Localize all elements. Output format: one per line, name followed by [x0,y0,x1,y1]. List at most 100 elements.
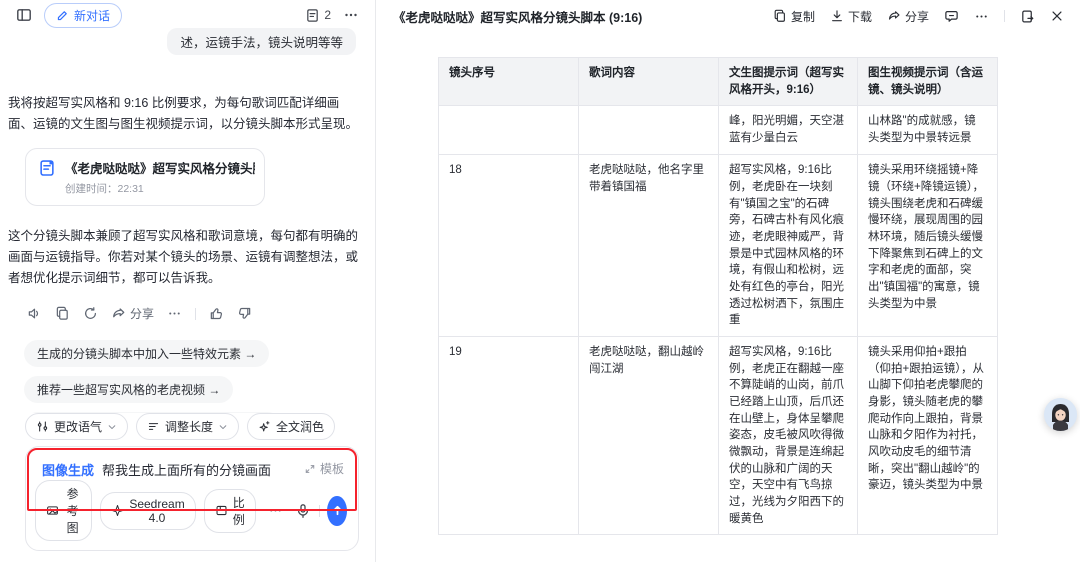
share-message-button[interactable]: 分享 [111,305,154,322]
cell-video-prompt: 镜头采用环绕摇镜+降镜（环绕+降镜运镜），镜头围绕老虎和石碑缓慢环绕，展现周围的… [858,155,998,337]
document-panel: 《老虎哒哒哒》超写实风格分镜头脚本 (9:16) 复制 下载 分享 [376,0,1080,562]
ellipsis-icon [268,503,283,518]
cell-shot-number [439,106,579,155]
doc-more-button[interactable] [974,9,989,24]
composer[interactable]: 图像生成 帮我生成上面所有的分镜画面 模板 参考图 Seedream 4.0 [25,446,359,551]
comment-button[interactable] [944,9,959,24]
composer-divider [319,505,320,517]
toolbar-divider [1004,10,1005,22]
table-row: 18 老虎哒哒哒，他名字里带着镇国福 超写实风格，9:16比例，老虎卧在一块刻有… [439,155,998,337]
cell-video-prompt: 山林路"的成就感，镜头类型为中景转远景 [858,106,998,155]
tune-sliders-icon [36,420,49,433]
sidebar-toggle-button[interactable] [14,5,34,25]
chevron-down-icon [218,422,228,432]
ellipsis-icon [167,306,182,321]
close-icon [1050,9,1064,23]
copy-doc-button[interactable]: 复制 [773,8,815,25]
copy-doc-label: 复制 [791,8,815,25]
download-doc-label: 下载 [848,8,872,25]
suggestion-chip-effects[interactable]: 生成的分镜头脚本中加入一些特效元素 → [24,340,269,367]
sidebar-icon [16,7,32,23]
microphone-button[interactable] [295,503,311,519]
document-title: 《老虎哒哒哒》超写实风格分镜头脚本 (9:16) [393,7,642,26]
document-card[interactable]: 《老虎哒哒哒》超写实风格分镜头脚本（... 创建时间：22:31 [25,148,265,206]
document-toolbar: 复制 下载 分享 [773,8,1064,25]
cell-image-prompt: 峰，阳光明媚，天空湛蓝有少量白云 [719,106,858,155]
cell-shot-number: 19 [439,337,579,535]
edit-pencil-icon [56,9,69,22]
image-icon [46,504,59,517]
regenerate-button[interactable] [83,306,98,321]
arrow-up-icon [330,503,345,518]
assistant-avatar-button[interactable] [1044,398,1077,431]
download-icon [830,9,844,23]
read-aloud-button[interactable] [27,306,42,321]
document-icon [305,8,320,23]
new-chat-button[interactable]: 新对话 [44,3,122,28]
ellipsis-icon [974,9,989,24]
prompt-input-text[interactable]: 帮我生成上面所有的分镜画面 [102,460,271,479]
avatar-girl-icon [1044,398,1077,431]
cell-image-prompt: 超写实风格，9:16比例，老虎正在翻越一座不算陡峭的山岗，前爪已经踏上山顶，后爪… [719,337,858,535]
change-tone-button[interactable]: 更改语气 [25,413,128,440]
polish-text-label: 全文润色 [276,418,324,435]
chat-header: 新对话 2 [0,0,375,28]
chat-messages: 述，运镜手法，镜头说明等等 我将按超写实风格和 9:16 比例要求，为每句歌词匹… [0,28,375,413]
cell-shot-number: 18 [439,155,579,337]
col-header-lyrics: 歌词内容 [579,58,719,106]
copy-icon [773,9,787,23]
table-row: 19 老虎哒哒哒，翻山越岭闯江湖 超写实风格，9:16比例，老虎正在翻越一座不算… [439,337,998,535]
col-header-video-prompt: 图生视频提示词（含运镜、镜头说明） [858,58,998,106]
thumbs-down-icon [237,306,252,321]
change-tone-label: 更改语气 [54,418,102,435]
polish-text-button[interactable]: 全文润色 [247,413,335,440]
col-header-image-prompt: 文生图提示词（超写实风格开头，9:16） [719,58,858,106]
thumbs-up-button[interactable] [209,306,224,321]
copy-icon [55,306,70,321]
adjust-length-label: 调整长度 [165,418,213,435]
cell-lyrics: 老虎哒哒哒，他名字里带着镇国福 [579,155,719,337]
document-card-texts: 《老虎哒哒哒》超写实风格分镜头脚本（... 创建时间：22:31 [65,158,255,196]
chat-panel: 新对话 2 述，运镜手法，镜头说明等等 我将按超写实风格和 9:16 比例要求，… [0,0,376,562]
document-card-meta: 创建时间：22:31 [65,181,255,196]
message-action-row: 分享 [27,305,359,322]
share-icon [111,306,126,321]
refresh-icon [83,306,98,321]
new-chat-label: 新对话 [74,7,110,24]
aspect-ratio-label: 比例 [233,494,245,528]
reference-image-button[interactable]: 参考图 [35,480,92,541]
share-doc-button[interactable]: 分享 [887,8,929,25]
crop-frame-icon [215,504,228,517]
adjust-length-button[interactable]: 调整长度 [136,413,239,440]
model-selector-button[interactable]: Seedream 4.0 [100,492,195,530]
assistant-outro-text: 这个分镜头脚本兼顾了超写实风格和歌词意境，每句都有明确的画面与运镜指导。你若对某… [8,226,359,289]
skill-tag-image-generation[interactable]: 图像生成 [42,460,94,479]
template-button[interactable]: 模板 [304,460,344,477]
aspect-ratio-button[interactable]: 比例 [204,489,256,533]
copy-message-button[interactable] [55,306,70,321]
quick-actions-row: 更改语气 调整长度 全文润色 [25,413,375,440]
chevron-down-icon [107,422,117,432]
cell-lyrics [579,106,719,155]
composer-more-button[interactable] [264,501,287,520]
composer-input-row[interactable]: 图像生成 帮我生成上面所有的分镜画面 模板 [26,447,358,479]
table-header-row: 镜头序号 歌词内容 文生图提示词（超写实风格开头，9:16） 图生视频提示词（含… [439,58,998,106]
document-header: 《老虎哒哒哒》超写实风格分镜头脚本 (9:16) 复制 下载 分享 [376,0,1080,32]
col-header-shot-number: 镜头序号 [439,58,579,106]
composer-toolbar: 参考图 Seedream 4.0 比例 [35,480,347,541]
export-doc-button[interactable] [1020,9,1035,24]
ellipsis-icon [343,7,359,23]
suggestion-chip-videos[interactable]: 推荐一些超写实风格的老虎视频 → [24,376,233,403]
thumbs-down-button[interactable] [237,306,252,321]
download-doc-button[interactable]: 下载 [830,8,872,25]
model-selector-label: Seedream 4.0 [129,497,184,525]
send-button[interactable] [327,496,347,526]
cell-image-prompt: 超写实风格，9:16比例，老虎卧在一块刻有"镇国之宝"的石碑旁，石碑古朴有风化痕… [719,155,858,337]
speaker-icon [27,306,42,321]
close-panel-button[interactable] [1050,9,1064,23]
doc-count-button[interactable]: 2 [305,8,331,23]
chat-more-button[interactable] [341,5,361,25]
user-message-bubble: 述，运镜手法，镜头说明等等 [167,28,356,55]
message-more-button[interactable] [167,306,182,321]
four-point-star-icon [111,504,124,517]
